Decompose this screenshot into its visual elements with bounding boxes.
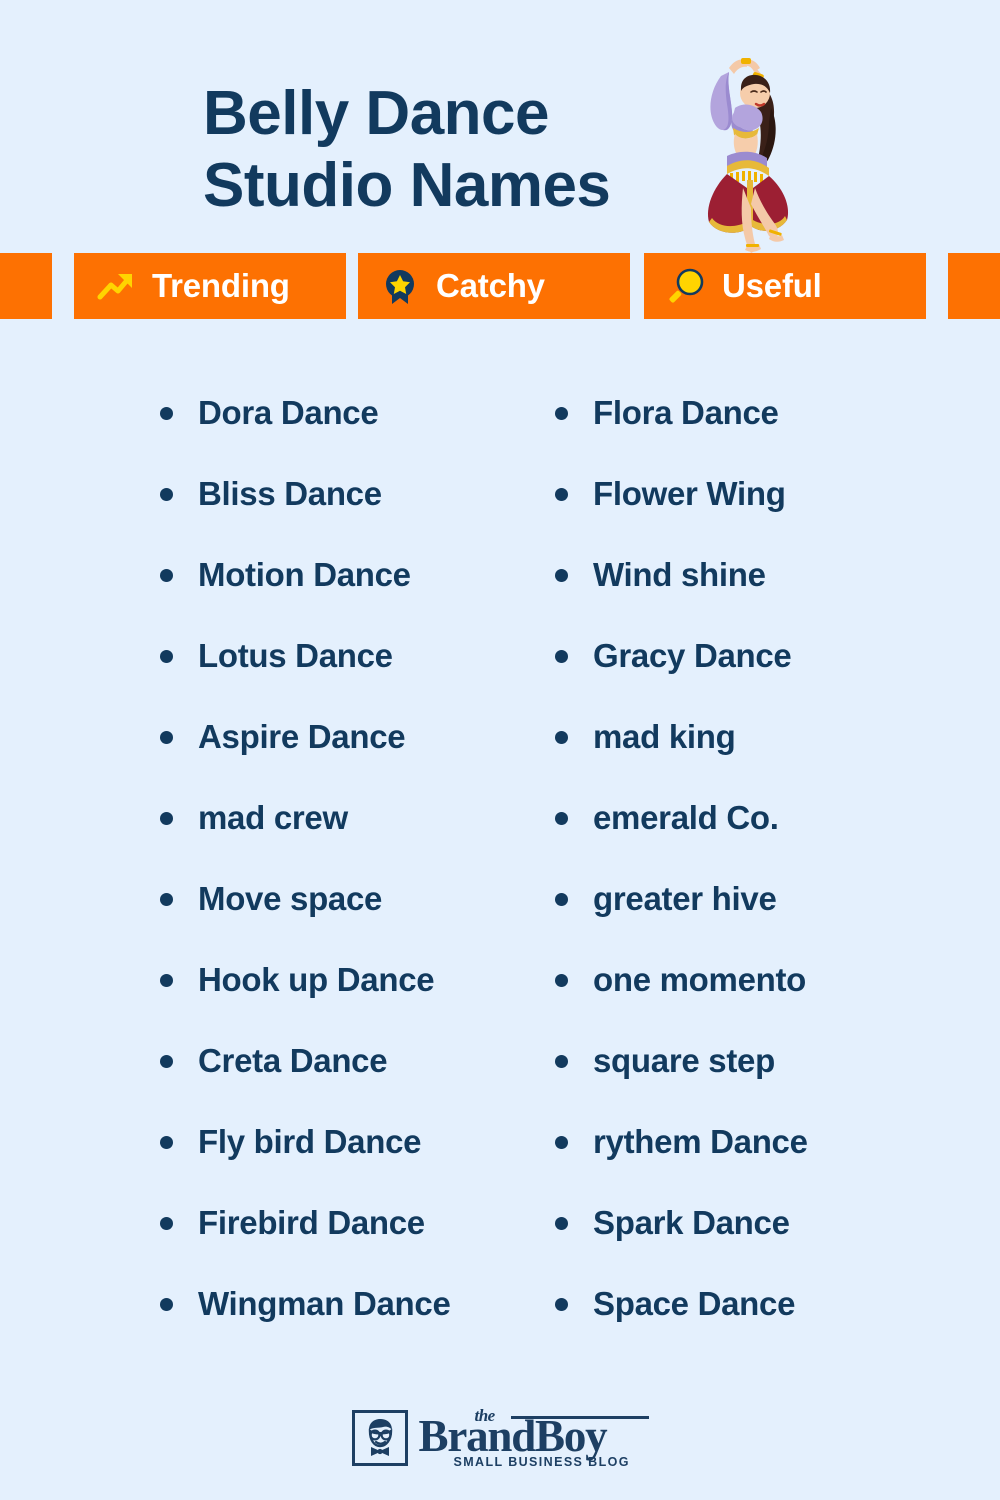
brandboy-wordmark: the BrandBoy SMALL BUSINESS BLOG xyxy=(418,1406,649,1469)
list-item-label: Gracy Dance xyxy=(593,636,792,674)
list-item: Creta Dance xyxy=(160,1020,555,1101)
bullet-icon xyxy=(555,974,568,987)
bullet-icon xyxy=(555,407,568,420)
list-item: Aspire Dance xyxy=(160,696,555,777)
list-item: Wind shine xyxy=(555,534,955,615)
list-item: Flower Wing xyxy=(555,453,955,534)
bullet-icon xyxy=(160,1136,173,1149)
list-item-label: Wingman Dance xyxy=(198,1284,451,1322)
bullet-icon xyxy=(160,812,173,825)
bullet-icon xyxy=(160,569,173,582)
badge-useful-label: Useful xyxy=(722,267,822,304)
bullet-icon xyxy=(555,650,568,663)
badge-catchy[interactable]: Catchy xyxy=(358,253,630,319)
bullet-icon xyxy=(555,569,568,582)
bullet-icon xyxy=(555,1136,568,1149)
list-item-label: emerald Co. xyxy=(593,798,779,836)
list-item-label: greater hive xyxy=(593,879,777,917)
bullet-icon xyxy=(555,812,568,825)
bullet-icon xyxy=(160,893,173,906)
name-lists: Dora Dance Bliss Dance Motion Dance Lotu… xyxy=(0,372,1000,1352)
name-list-right-column: Flora Dance Flower Wing Wind shine Gracy… xyxy=(555,372,955,1352)
logo-tagline-text: SMALL BUSINESS BLOG xyxy=(453,1455,630,1469)
list-item: Bliss Dance xyxy=(160,453,555,534)
list-item: Wingman Dance xyxy=(160,1263,555,1344)
list-item: greater hive xyxy=(555,858,955,939)
infographic-page: Belly Dance Studio Names Trending Catchy… xyxy=(0,0,1000,1500)
list-item-label: Spark Dance xyxy=(593,1203,790,1241)
magnifying-glass-icon xyxy=(669,268,704,303)
list-item-label: Flower Wing xyxy=(593,474,786,512)
list-item: mad king xyxy=(555,696,955,777)
list-item-label: one momento xyxy=(593,960,807,998)
list-item-label: Creta Dance xyxy=(198,1041,388,1079)
list-item-label: rythem Dance xyxy=(593,1122,808,1160)
bullet-icon xyxy=(160,488,173,501)
title-line-2: Studio Names xyxy=(203,151,611,220)
bullet-icon xyxy=(555,893,568,906)
list-item: Lotus Dance xyxy=(160,615,555,696)
list-item: Firebird Dance xyxy=(160,1182,555,1263)
list-item-label: Move space xyxy=(198,879,383,917)
list-item-label: mad king xyxy=(593,717,736,755)
list-item-label: Firebird Dance xyxy=(198,1203,425,1241)
belly-dancer-illustration xyxy=(707,58,789,253)
list-item: square step xyxy=(555,1020,955,1101)
brandboy-logo[interactable]: the BrandBoy SMALL BUSINESS BLOG xyxy=(351,1406,649,1469)
list-item-label: square step xyxy=(593,1041,775,1079)
bullet-icon xyxy=(160,974,173,987)
list-item: rythem Dance xyxy=(555,1101,955,1182)
bullet-icon xyxy=(160,407,173,420)
list-item: Fly bird Dance xyxy=(160,1101,555,1182)
boy-face-icon xyxy=(351,1410,408,1466)
footer: the BrandBoy SMALL BUSINESS BLOG xyxy=(0,1392,1000,1484)
bullet-icon xyxy=(555,1217,568,1230)
list-item: Spark Dance xyxy=(555,1182,955,1263)
bullet-icon xyxy=(160,731,173,744)
bullet-icon xyxy=(160,1298,173,1311)
bullet-icon xyxy=(160,650,173,663)
list-item: Motion Dance xyxy=(160,534,555,615)
list-item-label: Dora Dance xyxy=(198,393,379,431)
list-item-label: Bliss Dance xyxy=(198,474,382,512)
badge-strip: Trending Catchy Useful xyxy=(0,253,1000,319)
page-title: Belly Dance Studio Names xyxy=(203,78,763,222)
list-item: Gracy Dance xyxy=(555,615,955,696)
list-item: Move space xyxy=(160,858,555,939)
badge-strip-edge-right xyxy=(948,253,1000,319)
bullet-icon xyxy=(555,1055,568,1068)
badge-useful[interactable]: Useful xyxy=(644,253,926,319)
award-star-icon xyxy=(386,270,414,304)
list-item-label: Lotus Dance xyxy=(198,636,393,674)
list-item-label: Wind shine xyxy=(593,555,766,593)
bullet-icon xyxy=(555,488,568,501)
list-item-label: mad crew xyxy=(198,798,348,836)
list-item-label: Fly bird Dance xyxy=(198,1122,422,1160)
bullet-icon xyxy=(160,1217,173,1230)
list-item: Space Dance xyxy=(555,1263,955,1344)
bullet-icon xyxy=(555,1298,568,1311)
list-item: Hook up Dance xyxy=(160,939,555,1020)
list-item-label: Aspire Dance xyxy=(198,717,406,755)
list-item-label: Motion Dance xyxy=(198,555,411,593)
bullet-icon xyxy=(555,731,568,744)
list-item-label: Flora Dance xyxy=(593,393,779,431)
trending-up-icon xyxy=(97,274,132,300)
logo-name-text: BrandBoy xyxy=(418,1411,608,1461)
list-item: emerald Co. xyxy=(555,777,955,858)
badge-trending-label: Trending xyxy=(152,267,290,304)
header: Belly Dance Studio Names xyxy=(0,0,1000,253)
list-item-label: Space Dance xyxy=(593,1284,796,1322)
list-item: mad crew xyxy=(160,777,555,858)
list-item-label: Hook up Dance xyxy=(198,960,435,998)
list-item: Flora Dance xyxy=(555,372,955,453)
bullet-icon xyxy=(160,1055,173,1068)
title-line-1: Belly Dance xyxy=(203,79,550,148)
badge-catchy-label: Catchy xyxy=(436,267,545,304)
list-item: Dora Dance xyxy=(160,372,555,453)
name-list-left-column: Dora Dance Bliss Dance Motion Dance Lotu… xyxy=(160,372,555,1352)
list-item: one momento xyxy=(555,939,955,1020)
badge-trending[interactable]: Trending xyxy=(74,253,346,319)
badge-strip-edge-left xyxy=(0,253,52,319)
